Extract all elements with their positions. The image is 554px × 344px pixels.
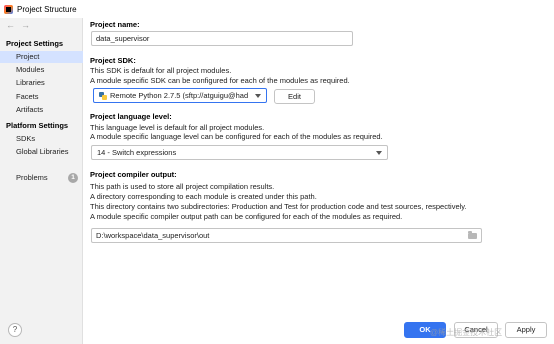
sidebar-item-label: Facets (16, 92, 39, 101)
sidebar-item-global-libraries[interactable]: Global Libraries (0, 146, 83, 158)
compiler-description-3: This directory contains two subdirectori… (90, 202, 467, 211)
project-settings-panel: Project name: data_supervisor Project SD… (84, 18, 554, 318)
sidebar-item-artifacts[interactable]: Artifacts (0, 104, 83, 116)
help-button[interactable]: ? (8, 323, 22, 337)
compiler-output-path-value: D:\workspace\data_supervisor\out (96, 231, 210, 240)
sidebar-item-label: Artifacts (16, 105, 44, 114)
problems-count-badge: 1 (68, 173, 78, 183)
language-select-value: 14 - Switch expressions (97, 148, 177, 157)
sidebar-item-label: Modules (16, 65, 45, 74)
compiler-description-1: This path is used to store all project c… (90, 182, 275, 191)
window-title: Project Structure (17, 4, 77, 14)
sdk-description-1: This SDK is default for all project modu… (90, 66, 232, 75)
sidebar: ← → Project Settings Project Modules Lib… (0, 18, 83, 344)
folder-icon[interactable] (468, 231, 477, 239)
sdk-select-value: Remote Python 2.7.5 (sftp://atguigu@had (110, 91, 249, 100)
sidebar-item-facets[interactable]: Facets (0, 91, 83, 103)
project-name-input[interactable]: data_supervisor (91, 31, 353, 46)
project-language-level-label: Project language level: (90, 112, 172, 121)
sidebar-item-label: Problems (16, 173, 48, 182)
sidebar-item-label: Libraries (16, 78, 45, 87)
sidebar-item-libraries[interactable]: Libraries (0, 77, 83, 89)
sdk-description-2: A module specific SDK can be configured … (90, 76, 350, 85)
compiler-description-4: A module specific compiler output path c… (90, 212, 403, 221)
language-description-2: A module specific language level can be … (90, 132, 383, 141)
sidebar-item-label: SDKs (16, 134, 36, 143)
project-sdk-select[interactable]: Remote Python 2.7.5 (sftp://atguigu@had (93, 88, 267, 103)
sidebar-item-label: Global Libraries (16, 147, 69, 156)
arrow-left-icon[interactable]: ← (6, 20, 15, 30)
sdk-edit-button[interactable]: Edit (274, 89, 315, 104)
apply-button[interactable]: Apply (505, 322, 547, 338)
chevron-down-icon (376, 151, 382, 155)
sidebar-item-sdks[interactable]: SDKs (0, 133, 83, 145)
title-bar: Project Structure (0, 0, 554, 18)
project-settings-header: Project Settings (6, 39, 64, 48)
sidebar-item-problems[interactable]: Problems 1 (0, 172, 83, 184)
chevron-down-icon (255, 94, 261, 98)
compiler-description-2: A directory corresponding to each module… (90, 192, 317, 201)
watermark-text: @稀土掘金技术社区 (430, 328, 503, 337)
language-level-select[interactable]: 14 - Switch expressions (91, 145, 388, 160)
sidebar-item-modules[interactable]: Modules (0, 64, 83, 76)
project-sdk-label: Project SDK: (90, 56, 136, 65)
language-description-1: This language level is default for all p… (90, 123, 265, 132)
sidebar-item-project[interactable]: Project (0, 51, 83, 63)
sidebar-item-label: Project (16, 52, 40, 61)
nav-arrows: ← → (6, 20, 30, 30)
project-compiler-output-label: Project compiler output: (90, 170, 177, 179)
python-icon (99, 91, 107, 100)
compiler-output-path-input[interactable]: D:\workspace\data_supervisor\out (91, 228, 482, 243)
arrow-right-icon[interactable]: → (21, 20, 30, 30)
project-name-label: Project name: (90, 20, 140, 29)
intellij-app-icon (4, 4, 13, 14)
platform-settings-header: Platform Settings (6, 121, 69, 130)
